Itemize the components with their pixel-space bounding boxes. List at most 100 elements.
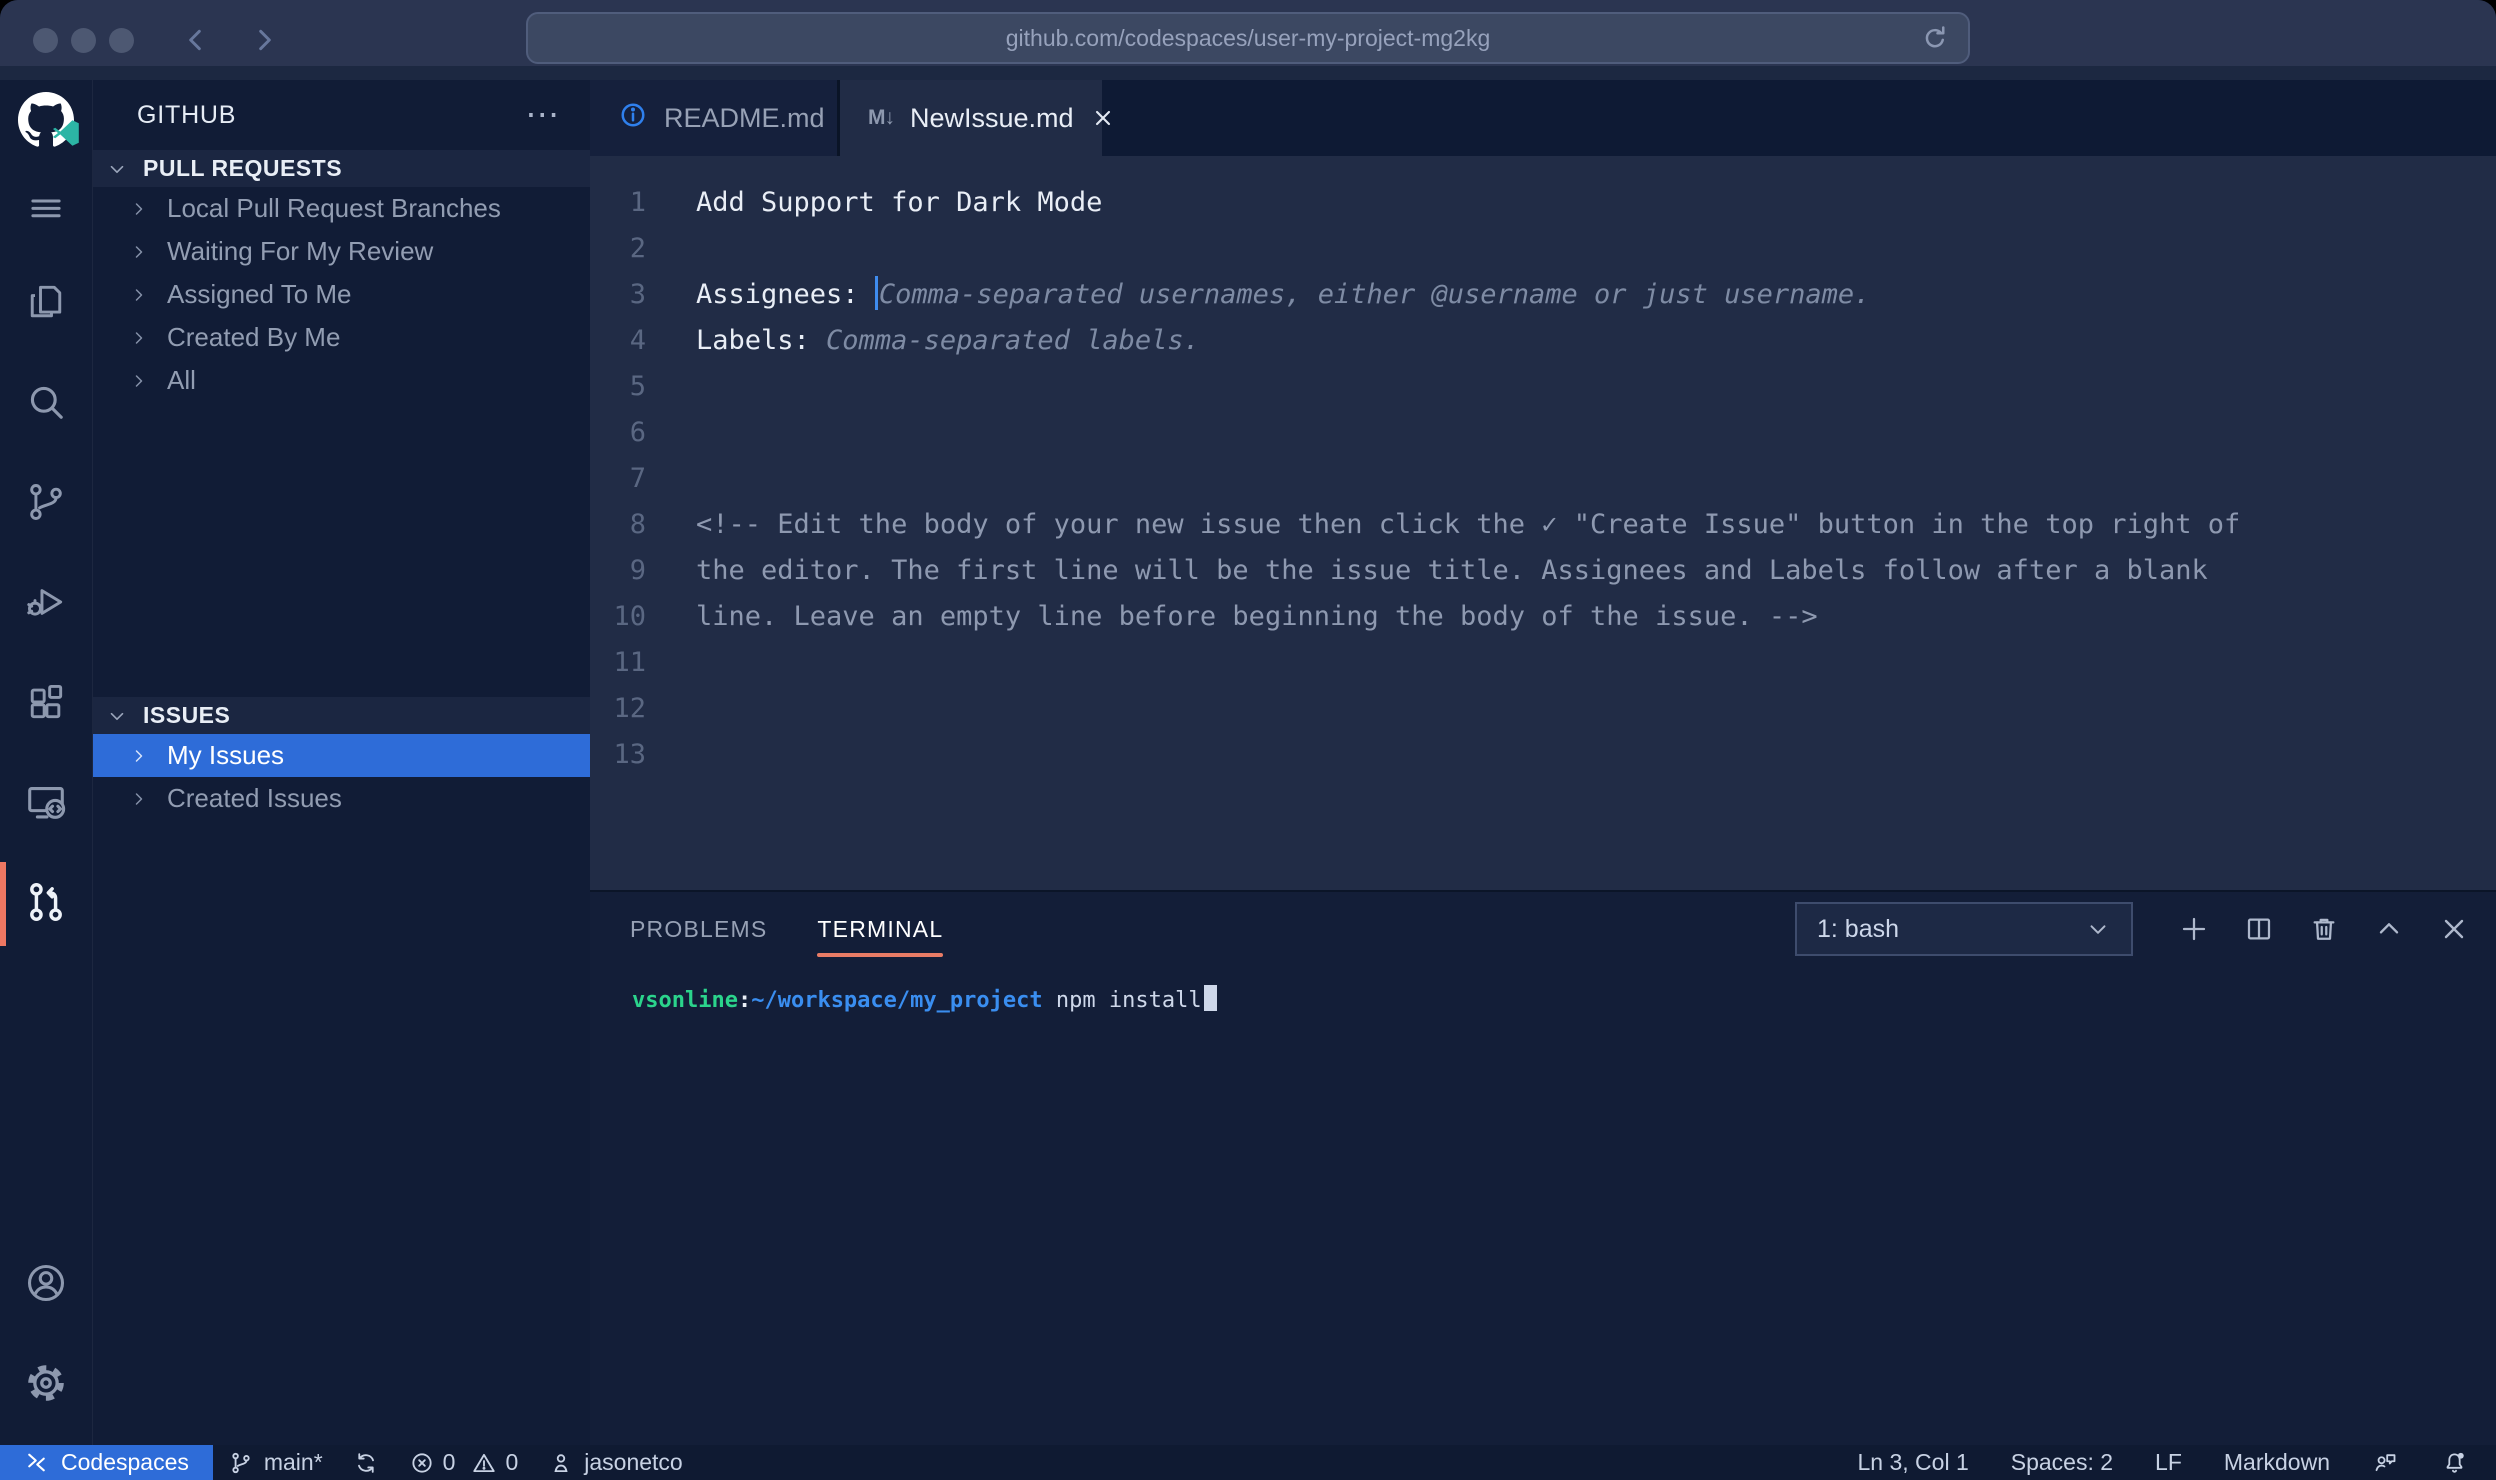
tree-item-waiting-for-my-review[interactable]: Waiting For My Review	[93, 230, 590, 273]
terminal[interactable]: vsonline:~/workspace/my_project npm inst…	[590, 966, 2496, 1020]
comment-text: line. Leave an empty line before beginni…	[696, 594, 1818, 640]
tab-bar: README.md M↓ NewIssue.md	[590, 80, 2496, 156]
comment-text: <!-- Edit the body of your new issue the…	[696, 502, 2240, 548]
editor-line: 3Assignees: Comma-separated usernames, e…	[590, 272, 2496, 318]
tree-item-all[interactable]: All	[93, 359, 590, 402]
eol-setting[interactable]: LF	[2155, 1445, 2182, 1480]
indentation-setting[interactable]: Spaces: 2	[2011, 1445, 2113, 1480]
account-indicator[interactable]: jasonetco	[533, 1445, 697, 1480]
tree-item-created-issues[interactable]: Created Issues	[93, 777, 590, 820]
branch-indicator[interactable]: main*	[213, 1445, 338, 1480]
section-pull-requests: PULL REQUESTS Local Pull Request Branche…	[93, 150, 590, 697]
tab-terminal[interactable]: TERMINAL	[817, 892, 943, 966]
window-minimize-button[interactable]	[71, 28, 96, 53]
status-bar-left: Codespaces main* 0	[0, 1445, 698, 1480]
editor-line: 9the editor. The first line will be the …	[590, 548, 2496, 594]
activity-extensions[interactable]	[0, 654, 93, 754]
editor-line: 12	[590, 686, 2496, 732]
gear-icon	[24, 1361, 68, 1410]
tab-label: NewIssue.md	[910, 103, 1074, 134]
chevron-right-icon	[129, 371, 149, 391]
terminal-user: vsonline	[632, 988, 738, 1013]
sidebar-title: GITHUB	[137, 101, 236, 130]
window-close-button[interactable]	[33, 28, 58, 53]
assignees-placeholder: Comma-separated usernames, either @usern…	[879, 279, 1871, 310]
more-actions-icon[interactable]: ⋯	[525, 105, 560, 125]
tab-newissue[interactable]: M↓ NewIssue.md	[840, 80, 1102, 156]
chevron-right-icon	[129, 285, 149, 305]
editor-cursor	[875, 276, 878, 310]
window-controls	[33, 28, 134, 53]
close-panel-icon[interactable]	[2438, 913, 2470, 945]
editor-line: 4Labels: Comma-separated labels.	[590, 318, 2496, 364]
activity-explorer[interactable]	[0, 254, 93, 354]
activity-debug[interactable]	[0, 554, 93, 654]
remote-indicator[interactable]: Codespaces	[0, 1445, 213, 1480]
cursor-position[interactable]: Ln 3, Col 1	[1858, 1445, 1969, 1480]
tree-item-created-by-me[interactable]: Created By Me	[93, 316, 590, 359]
panel-controls: 1: bash	[1795, 902, 2470, 956]
address-bar[interactable]: github.com/codespaces/user-my-project-mg…	[526, 12, 1970, 64]
language-mode[interactable]: Markdown	[2224, 1445, 2330, 1480]
debug-icon	[24, 580, 68, 629]
split-terminal-icon[interactable]	[2243, 913, 2275, 945]
new-terminal-icon[interactable]	[2178, 913, 2210, 945]
editor-line: 10line. Leave an empty line before begin…	[590, 594, 2496, 640]
editor-line: 7	[590, 456, 2496, 502]
status-bar-right: Ln 3, Col 1 Spaces: 2 LF Markdown	[1858, 1445, 2496, 1480]
activity-github-pull-requests[interactable]	[0, 854, 93, 954]
editor-line: 1Add Support for Dark Mode	[590, 180, 2496, 226]
window-maximize-button[interactable]	[109, 28, 134, 53]
terminal-command: npm install	[1043, 988, 1202, 1013]
vscode-icon	[50, 117, 82, 154]
feedback-icon[interactable]	[2372, 1445, 2399, 1480]
account-icon	[23, 1260, 69, 1311]
maximize-panel-icon[interactable]	[2373, 913, 2405, 945]
activity-remote-explorer[interactable]	[0, 754, 93, 854]
person-icon	[548, 1450, 574, 1476]
terminal-separator: :	[738, 988, 751, 1013]
warning-icon	[471, 1450, 497, 1476]
tab-problems[interactable]: PROBLEMS	[630, 892, 767, 966]
tree-item-assigned-to-me[interactable]: Assigned To Me	[93, 273, 590, 316]
sync-icon	[353, 1450, 379, 1476]
sidebar-header: GITHUB ⋯	[93, 80, 590, 150]
section-header-pull-requests[interactable]: PULL REQUESTS	[93, 150, 590, 187]
close-icon[interactable]	[1090, 105, 1116, 131]
tree-item-my-issues[interactable]: My Issues	[93, 734, 590, 777]
sync-button[interactable]	[338, 1445, 394, 1480]
editor[interactable]: 1Add Support for Dark Mode 2 3Assignees:…	[590, 156, 2496, 890]
activity-bar	[0, 80, 93, 1445]
reload-icon[interactable]	[1920, 23, 1950, 53]
kill-terminal-icon[interactable]	[2308, 913, 2340, 945]
activity-search[interactable]	[0, 354, 93, 454]
activity-source-control[interactable]	[0, 454, 93, 554]
editor-line: 5	[590, 364, 2496, 410]
menu-button[interactable]	[0, 166, 93, 254]
back-icon[interactable]	[180, 24, 212, 56]
browser-nav	[180, 24, 280, 56]
warning-count: 0	[505, 1449, 518, 1476]
section-issues: ISSUES My Issues Created Issues	[93, 697, 590, 1445]
activity-bar-bottom	[0, 1235, 93, 1435]
settings-button[interactable]	[0, 1335, 93, 1435]
chevron-right-icon	[129, 746, 149, 766]
tab-readme[interactable]: README.md	[590, 80, 840, 156]
labels-label: Labels:	[696, 325, 826, 356]
editor-line: 6	[590, 410, 2496, 456]
section-header-issues[interactable]: ISSUES	[93, 697, 590, 734]
pull-request-icon	[23, 879, 69, 930]
sidebar: GITHUB ⋯ PULL REQUESTS Local Pull Reques…	[93, 80, 590, 1445]
chevron-right-icon	[129, 789, 149, 809]
account-button[interactable]	[0, 1235, 93, 1335]
problems-indicator[interactable]: 0 0	[394, 1445, 534, 1480]
error-icon	[409, 1450, 435, 1476]
info-icon	[618, 100, 648, 137]
forward-icon[interactable]	[248, 24, 280, 56]
notifications-bell-icon[interactable]	[2441, 1445, 2468, 1480]
chevron-right-icon	[129, 328, 149, 348]
remote-icon	[24, 1450, 49, 1475]
terminal-shell-select[interactable]: 1: bash	[1795, 902, 2133, 956]
tree-item-local-pull-request-branches[interactable]: Local Pull Request Branches	[93, 187, 590, 230]
issue-title-text: Add Support for Dark Mode	[696, 180, 1102, 226]
